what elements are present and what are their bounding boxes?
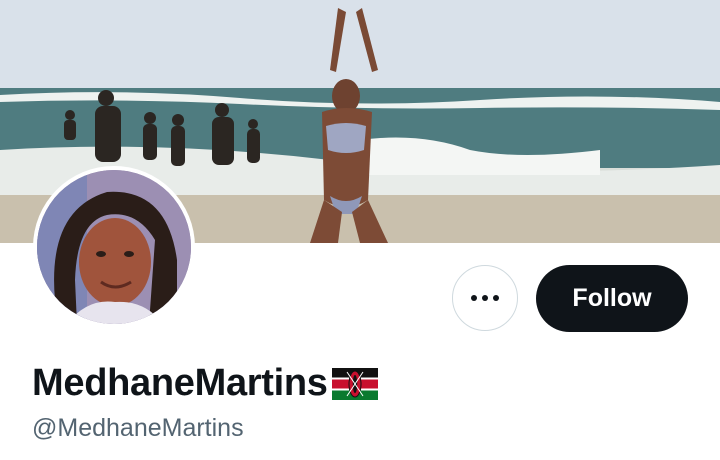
- avatar[interactable]: [37, 170, 191, 324]
- more-options-icon-dot: [482, 295, 488, 301]
- more-options-icon-dot: [493, 295, 499, 301]
- avatar-photo: [37, 170, 191, 324]
- follow-button[interactable]: Follow: [536, 265, 688, 332]
- more-options-button[interactable]: [452, 265, 518, 331]
- kenya-flag-icon: [331, 367, 378, 400]
- profile-handle: @MedhaneMartins: [32, 414, 244, 442]
- more-options-icon: [471, 295, 477, 301]
- avatar-frame: [33, 166, 195, 328]
- display-name-text: MedhaneMartins: [32, 362, 328, 404]
- profile-display-name: MedhaneMartins: [32, 362, 378, 405]
